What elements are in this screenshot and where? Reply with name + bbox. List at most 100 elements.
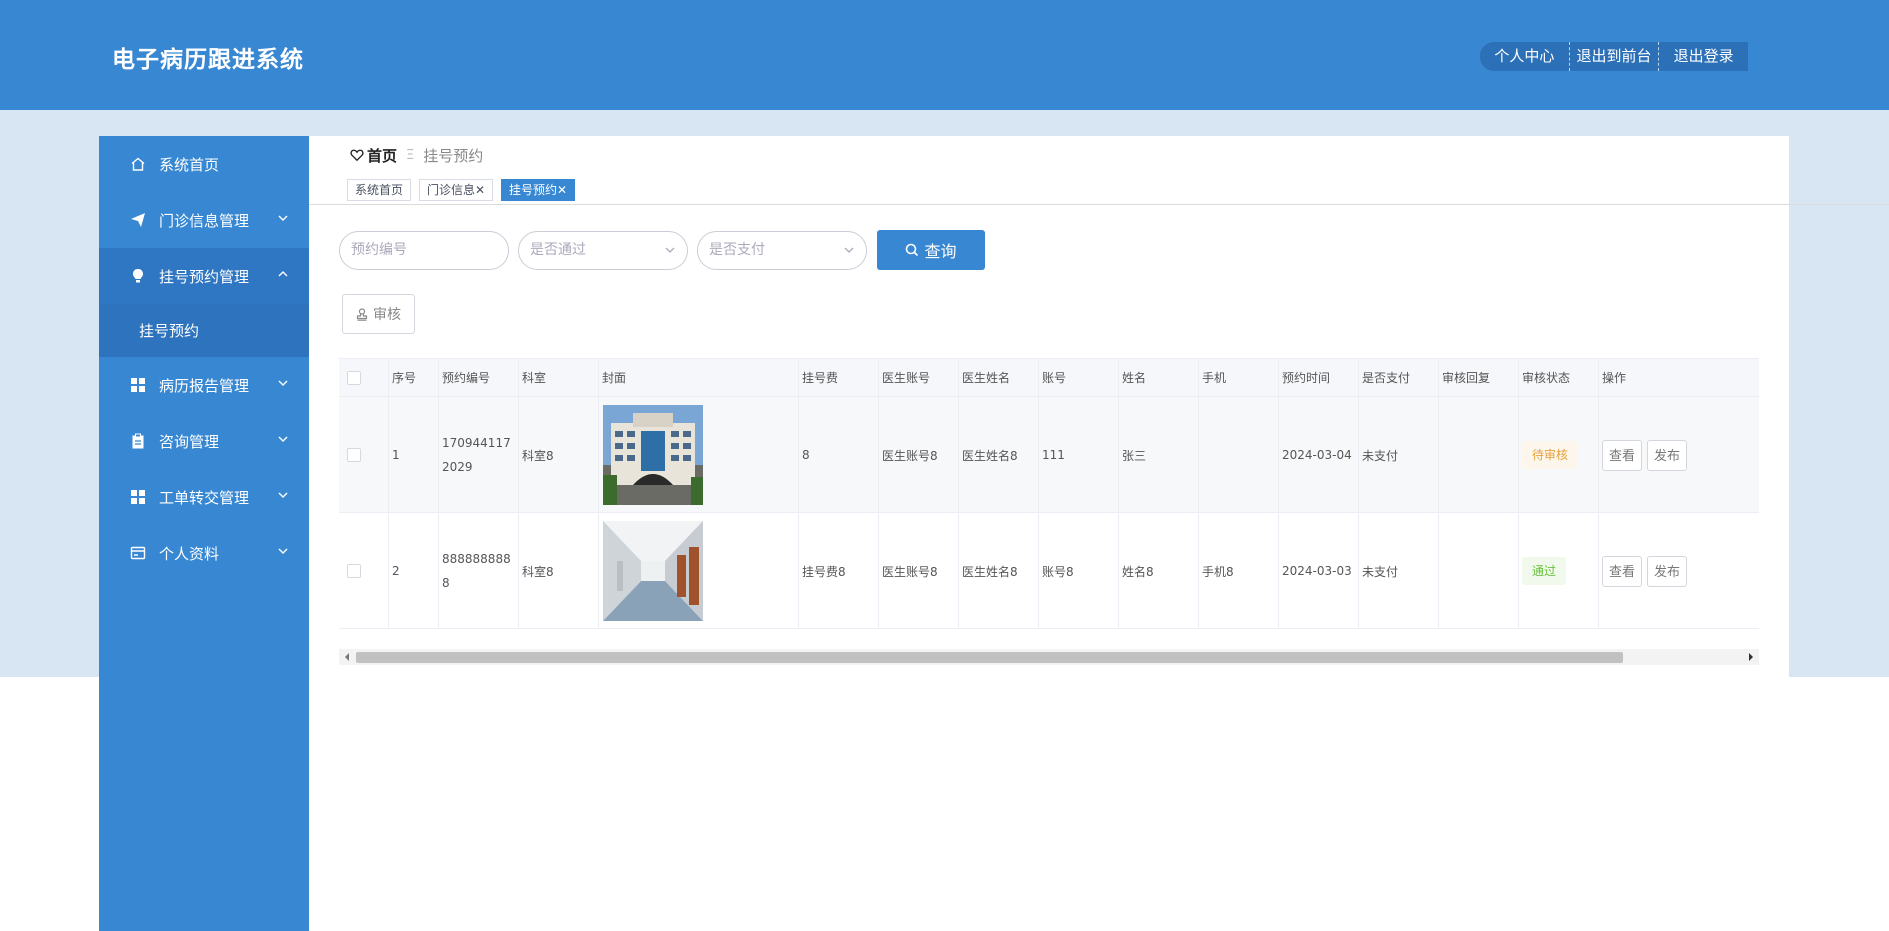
cell-status: 待审核 [1519, 397, 1599, 513]
chevron-down-icon [278, 380, 288, 386]
sidebar-item-consult[interactable]: 咨询管理 [99, 413, 309, 469]
tag-home[interactable]: 系统首页 [347, 179, 412, 201]
column-header: 医生账号 [879, 359, 959, 398]
card-icon [129, 544, 147, 562]
cell-paid: 未支付 [1359, 397, 1439, 513]
breadcrumb: 首页 Ξ 挂号预约 [350, 144, 483, 166]
publish-button[interactable]: 发布 [1647, 439, 1688, 471]
column-header: 预约时间 [1279, 359, 1359, 398]
row-select[interactable] [339, 397, 389, 513]
audit-button[interactable]: 审核 [342, 294, 415, 334]
column-header: 账号 [1039, 359, 1119, 398]
tag-label: 系统首页 [355, 183, 404, 197]
cell-booking-no: 8888888888 [439, 513, 519, 629]
search-icon [906, 243, 919, 257]
cell-account: 111 [1039, 397, 1119, 513]
personal-center-link[interactable]: 个人中心 [1480, 42, 1569, 71]
breadcrumb-home[interactable]: 首页 [367, 145, 397, 166]
scroll-right-icon[interactable] [1747, 653, 1755, 661]
sidebar-item-label: 门诊信息管理 [159, 211, 250, 230]
app-title: 电子病历跟进系统 [112, 47, 304, 73]
cell-reply [1439, 397, 1519, 513]
cell-actions: 查看 发布 [1599, 513, 1759, 629]
chevron-up-icon [278, 271, 288, 277]
column-header: 挂号费 [799, 359, 879, 398]
cover-image-hospital-corridor [603, 521, 703, 621]
passed-select[interactable]: 是否通过 [518, 231, 688, 270]
sidebar-item-label: 个人资料 [159, 544, 220, 563]
column-header: 预约编号 [439, 359, 519, 398]
chevron-down-icon [665, 247, 675, 253]
column-header: 审核状态 [1519, 359, 1599, 398]
top-actions: 个人中心 退出到前台 退出登录 [1480, 42, 1748, 71]
sidebar-item-label: 挂号预约管理 [159, 267, 250, 286]
cell-department: 科室8 [519, 397, 599, 513]
header-select-all[interactable] [339, 359, 389, 398]
column-header: 是否支付 [1359, 359, 1439, 398]
scroll-left-icon[interactable] [343, 653, 351, 661]
row-select[interactable] [339, 513, 389, 629]
breadcrumb-current: 挂号预约 [423, 146, 484, 165]
stamp-icon [356, 307, 368, 321]
sidebar-item-booking[interactable]: 挂号预约管理 [99, 248, 309, 304]
heart-icon [350, 149, 364, 162]
cell-reply [1439, 513, 1519, 629]
cell-doctor-name: 医生姓名8 [959, 397, 1039, 513]
booking-table: 序号 预约编号 科室 封面 挂号费 医生账号 医生姓名 账号 姓名 手机 预约时… [339, 358, 1759, 665]
view-button[interactable]: 查看 [1602, 555, 1643, 587]
breadcrumb-separator: Ξ [406, 147, 415, 163]
top-header: 电子病历跟进系统 个人中心 退出到前台 退出登录 [0, 0, 1889, 110]
publish-button[interactable]: 发布 [1647, 555, 1688, 587]
cell-doctor-account: 医生账号8 [879, 513, 959, 629]
main-content: 首页 Ξ 挂号预约 系统首页 门诊信息✕ 挂号预约✕ 预约编号 是否通过 是否支… [309, 136, 1889, 931]
column-header: 手机 [1199, 359, 1279, 398]
cover-image-hospital-building [603, 405, 703, 505]
cell-index: 2 [389, 513, 439, 629]
tag-label: 挂号预约 [509, 183, 558, 197]
logout-link[interactable]: 退出登录 [1659, 42, 1748, 71]
column-header: 操作 [1602, 371, 1627, 385]
status-badge: 通过 [1522, 557, 1567, 585]
cell-time: 2024-03-04 [1279, 397, 1359, 513]
paid-select[interactable]: 是否支付 [697, 231, 867, 270]
cell-name: 张三 [1119, 397, 1199, 513]
select-placeholder: 是否支付 [709, 242, 765, 258]
scrollbar-thumb[interactable] [356, 652, 1623, 663]
tag-booking[interactable]: 挂号预约✕ [501, 179, 576, 201]
sidebar-item-label: 咨询管理 [159, 432, 220, 451]
clipboard-icon [129, 432, 147, 450]
table-header: 序号 预约编号 科室 封面 挂号费 医生账号 医生姓名 账号 姓名 手机 预约时… [339, 358, 1759, 398]
sidebar-item-home[interactable]: 系统首页 [99, 136, 309, 192]
exit-to-frontend-link[interactable]: 退出到前台 [1570, 42, 1659, 71]
sidebar-item-workorder[interactable]: 工单转交管理 [99, 469, 309, 525]
table-row: 2 8888888888 科室8 挂号费8 医生账号8 医生姓名8 账号8 姓名… [339, 513, 1759, 629]
horizontal-scrollbar[interactable] [339, 649, 1759, 665]
chevron-down-icon [278, 548, 288, 554]
tags-bar: 系统首页 门诊信息✕ 挂号预约✕ [309, 175, 1889, 205]
status-badge: 待审核 [1522, 441, 1579, 469]
query-label: 查询 [924, 242, 957, 261]
query-button[interactable]: 查询 [877, 230, 985, 270]
close-icon[interactable]: ✕ [475, 183, 485, 197]
sidebar-item-outpatient[interactable]: 门诊信息管理 [99, 192, 309, 248]
sidebar-subitem-booking[interactable]: 挂号预约 [99, 304, 309, 357]
tag-outpatient[interactable]: 门诊信息✕ [419, 179, 494, 201]
view-button[interactable]: 查看 [1602, 439, 1643, 471]
tag-label: 门诊信息 [427, 183, 476, 197]
close-icon[interactable]: ✕ [557, 183, 567, 197]
cell-cover [599, 397, 799, 513]
column-header: 审核回复 [1439, 359, 1519, 398]
cell-status: 通过 [1519, 513, 1599, 629]
cell-doctor-name: 医生姓名8 [959, 513, 1039, 629]
bulb-icon [129, 267, 147, 285]
sidebar-item-profile[interactable]: 个人资料 [99, 525, 309, 581]
booking-no-input[interactable]: 预约编号 [339, 231, 509, 270]
row-checkbox[interactable] [347, 448, 361, 462]
row-checkbox[interactable] [347, 564, 361, 578]
sidebar-item-medical-report[interactable]: 病历报告管理 [99, 357, 309, 413]
select-placeholder: 是否通过 [530, 242, 586, 258]
sidebar-item-label: 病历报告管理 [159, 376, 250, 395]
cell-cover [599, 513, 799, 629]
select-all-checkbox[interactable] [347, 371, 361, 385]
column-header: 序号 [389, 359, 439, 398]
